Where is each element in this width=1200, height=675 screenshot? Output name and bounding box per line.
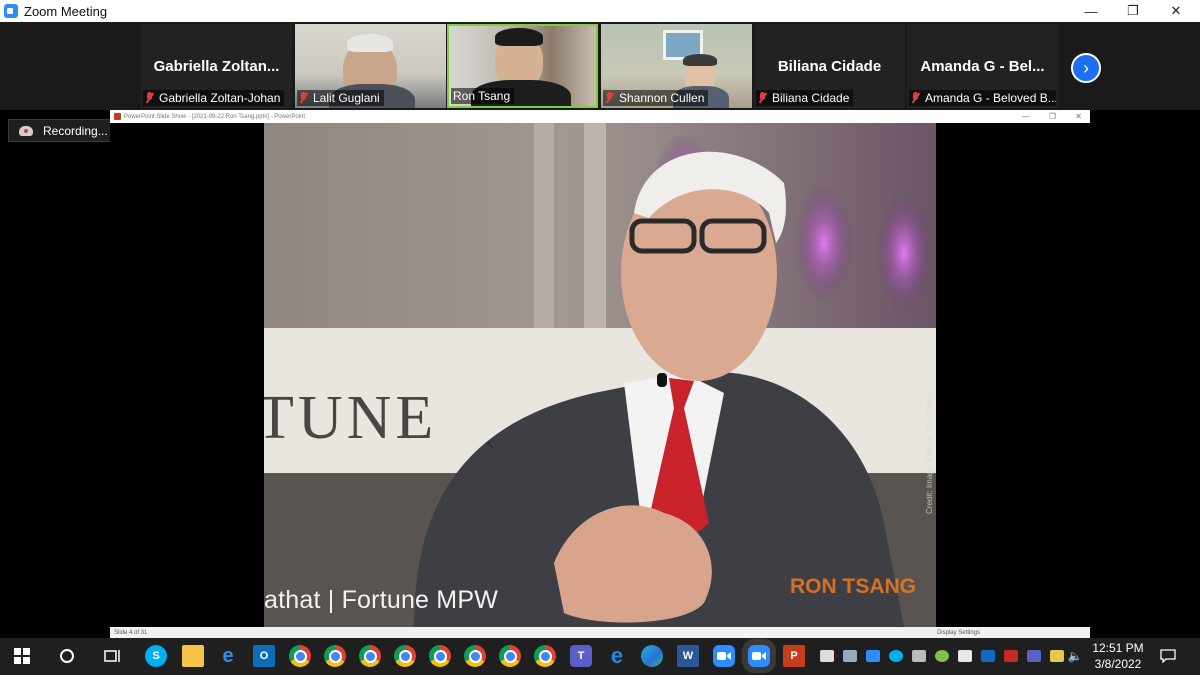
word-icon[interactable]: W — [677, 645, 699, 667]
participant-tile[interactable]: Lalit Guglani — [295, 24, 446, 108]
participant-tile[interactable]: Amanda G - Bel... Amanda G - Beloved B..… — [907, 24, 1058, 108]
edge-icon[interactable] — [641, 645, 663, 667]
clock-date: 3/8/2022 — [1094, 657, 1142, 671]
participant-gallery: Gabriella Zoltan... Gabriella Zoltan-Joh… — [0, 22, 1200, 110]
zoom-icon[interactable] — [713, 645, 735, 667]
ppt-restore-icon: ❐ — [1048, 112, 1056, 121]
chrome-icon[interactable] — [359, 645, 381, 667]
slide-image: TUNE athat | Fortune MPW RON TSANG Credi… — [264, 123, 936, 627]
slide-counter: Slide 4 of 31 — [114, 629, 148, 636]
chrome-icon[interactable] — [429, 645, 451, 667]
teams-tray-icon[interactable] — [1027, 650, 1041, 662]
powerpoint-icon[interactable]: P — [783, 645, 805, 667]
slide-photo: TUNE — [264, 123, 936, 627]
minimize-icon[interactable]: — — [1071, 0, 1111, 22]
zoom-icon[interactable] — [742, 639, 776, 673]
tray-app-icon[interactable] — [935, 650, 949, 662]
participant-label: Gabriella Zoltan-Johan — [143, 90, 285, 106]
teams-icon[interactable]: T — [570, 645, 592, 667]
participant-label: Amanda G - Beloved B... — [909, 90, 1056, 106]
participant-tile[interactable]: Shannon Cullen — [601, 24, 752, 108]
tray-app-icon[interactable] — [1004, 650, 1018, 662]
task-view-icon[interactable] — [102, 645, 124, 667]
volume-icon[interactable]: 🔈 — [1064, 645, 1086, 667]
window-title: Zoom Meeting — [24, 3, 108, 19]
participant-display-name: Gabriella Zoltan... — [153, 58, 280, 75]
shared-screen: PowerPoint Slide Show - [2021-09-22 Ron … — [110, 110, 1090, 638]
cortana-icon[interactable] — [56, 645, 78, 667]
muted-mic-icon — [911, 92, 920, 104]
title-bar: Zoom Meeting — ❐ ✕ — [0, 0, 1200, 22]
edge-legacy-icon[interactable]: e — [606, 643, 628, 668]
chrome-icon[interactable] — [534, 645, 556, 667]
windows-taskbar: S e O T e W P 🔈 — [0, 638, 1200, 675]
participant-name: Biliana Cidade — [772, 91, 850, 105]
participant-tile[interactable]: Biliana Cidade Biliana Cidade — [754, 24, 905, 108]
participant-name: Ron Tsang — [453, 89, 511, 103]
participant-label: Shannon Cullen — [603, 90, 709, 106]
participant-tile-active-speaker[interactable]: Ron Tsang — [447, 24, 598, 108]
participant-name: Gabriella Zoltan-Johan — [159, 91, 281, 105]
recording-indicator[interactable]: Recording... — [8, 119, 123, 142]
muted-mic-icon — [605, 92, 614, 104]
tray-app-icon[interactable] — [912, 650, 926, 662]
skype-tray-icon[interactable] — [889, 650, 903, 662]
powerpoint-icon — [114, 113, 121, 120]
ppt-close-icon: ✕ — [1075, 112, 1082, 121]
participant-tile[interactable]: Gabriella Zoltan... Gabriella Zoltan-Joh… — [141, 24, 292, 108]
participant-label: Biliana Cidade — [756, 90, 854, 106]
chrome-icon[interactable] — [324, 645, 346, 667]
participant-label: Ron Tsang — [451, 88, 515, 104]
participant-label: Lalit Guglani — [297, 90, 384, 106]
ppt-window-title: PowerPoint Slide Show - [2021-09-22 Ron … — [124, 113, 305, 120]
restore-icon[interactable]: ❐ — [1113, 0, 1153, 22]
participant-name: Lalit Guglani — [313, 91, 380, 105]
display-settings-button: Display Settings — [936, 629, 980, 636]
close-icon[interactable]: ✕ — [1156, 0, 1196, 22]
chrome-icon[interactable] — [394, 645, 416, 667]
skype-icon[interactable]: S — [145, 645, 167, 667]
ppt-status-bar: Slide 4 of 31 Display Settings — [110, 627, 1090, 638]
backdrop-text: TUNE — [264, 384, 437, 452]
chevron-right-icon: › — [1083, 57, 1089, 78]
ppt-window-titlebar: PowerPoint Slide Show - [2021-09-22 Ron … — [110, 110, 1090, 123]
participant-name: Amanda G - Beloved B... — [925, 91, 1056, 105]
recording-label: Recording... — [43, 123, 108, 138]
zoom-tray-icon[interactable] — [866, 650, 880, 662]
clock-time: 12:51 PM — [1092, 641, 1144, 655]
participant-name: Shannon Cullen — [619, 91, 705, 105]
recording-cloud-icon — [19, 125, 33, 136]
mouse-cursor-icon: ↖ — [486, 440, 495, 451]
zoom-app-icon — [4, 4, 18, 18]
internet-explorer-icon[interactable]: e — [217, 645, 239, 667]
system-clock[interactable]: 12:51 PM 3/8/2022 — [1090, 640, 1146, 672]
muted-mic-icon — [299, 92, 308, 104]
network-icon[interactable] — [843, 650, 857, 662]
chrome-icon[interactable] — [499, 645, 521, 667]
outlook-tray-icon[interactable] — [981, 650, 995, 662]
slide-watermark: RON TSANG — [790, 575, 916, 598]
chrome-icon[interactable] — [289, 645, 311, 667]
security-shield-icon[interactable] — [958, 650, 972, 662]
participant-display-name: Biliana Cidade — [777, 58, 882, 75]
next-page-button[interactable]: › — [1071, 53, 1101, 83]
windows-start-icon[interactable] — [11, 645, 33, 667]
slide-caption: athat | Fortune MPW — [264, 586, 498, 614]
muted-mic-icon — [758, 92, 767, 104]
outlook-icon[interactable]: O — [253, 645, 275, 667]
notifications-icon[interactable] — [1157, 645, 1179, 667]
muted-mic-icon — [145, 92, 154, 104]
file-explorer-icon[interactable] — [182, 645, 204, 667]
tray-app-icon[interactable] — [1050, 650, 1064, 662]
chrome-icon[interactable] — [464, 645, 486, 667]
battery-icon[interactable] — [820, 650, 834, 662]
participant-display-name: Amanda G - Bel... — [920, 58, 1045, 75]
slide-credit: Credit: Image: Fortune Live Media — [925, 393, 934, 514]
ppt-minimize-icon: — — [1022, 112, 1030, 121]
